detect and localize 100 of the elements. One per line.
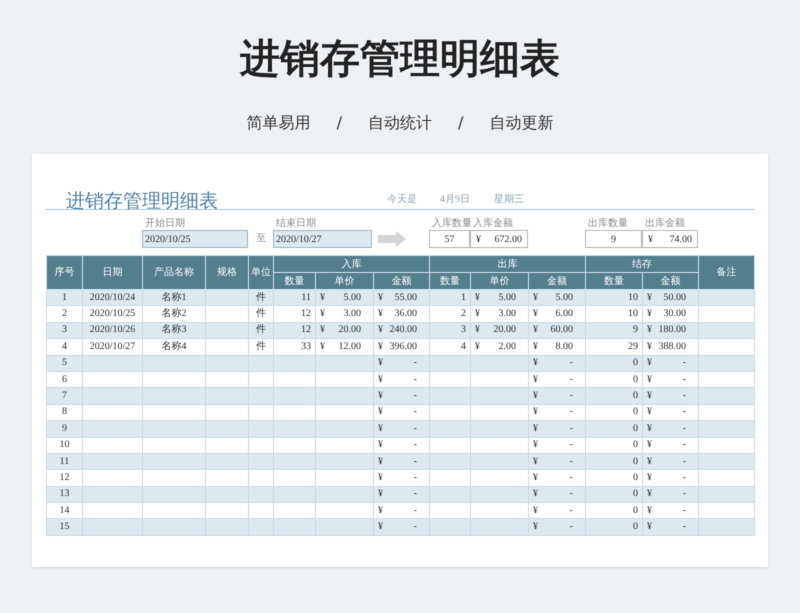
amount-text: - [414,504,417,518]
currency-sign: ¥ [533,454,538,469]
currency-sign: ¥ [647,340,652,354]
currency-sign: ¥ [533,389,538,404]
amount-text: 36.00 [394,307,417,322]
tagline-text: 简单易用 [246,112,311,134]
currency-sign: ¥ [647,520,652,534]
table-cell: 名称2 [142,306,206,322]
count-text: 57 [444,232,456,246]
amount-text: 396.00 [390,340,417,354]
table-cell: 名称4 [142,338,206,356]
currency-sign: ¥ [533,422,538,436]
currency-sign: ¥ [378,389,383,404]
currency-sign: ¥ [647,487,652,502]
summary-label: 入库数量 [431,218,470,230]
column-header: 序号 [46,256,82,290]
table-cell: 件 [248,338,274,356]
currency-sign: ¥ [533,405,538,420]
currency-sign: ¥ [378,340,383,354]
separator-text: / [458,112,464,134]
column-header: 金额 [374,272,430,290]
table-cell: 2 [430,306,470,322]
column-header: 单价 [316,272,374,290]
currency-sign: ¥ [378,422,383,436]
currency-sign: ¥ [647,389,652,404]
end-date-field[interactable]: 2020/10/27 [273,230,372,248]
amount-text: 55.00 [394,290,417,305]
currency-sign: ¥ [320,340,325,354]
currency-sign: ¥ [647,356,652,370]
table-cell: 10 [586,306,642,322]
amount-text: 3.00 [344,307,361,322]
amount-text: - [414,422,417,436]
amount-text: 5.00 [344,290,361,305]
arrow-icon [378,231,406,247]
column-header: 数量 [586,272,642,290]
summary-label: 入库金额 [472,218,514,230]
currency-sign: ¥ [647,504,652,518]
amount-text: 60.00 [550,323,573,338]
currency-sign: ¥ [378,290,383,305]
currency-sign: ¥ [647,307,652,322]
start-date-field[interactable]: 2020/10/25 [142,230,248,248]
currency-sign: ¥ [647,290,652,305]
amount-text: - [570,372,573,387]
amount-text: - [414,438,417,452]
currency-sign: ¥ [647,323,652,338]
amount-text: 5.00 [556,290,573,305]
weekday-text: 星期三 [494,194,524,205]
tagline-text: 自动更新 [489,112,554,134]
count-text: 9 [610,232,617,246]
amount-text: - [414,356,417,370]
currency-sign: ¥ [647,470,652,485]
table-cell: 4 [46,338,82,356]
currency-sign: ¥ [320,307,325,322]
currency-sign: ¥ [533,438,538,452]
column-header: 数量 [274,272,316,290]
table-cell: 2 [46,306,82,322]
amount-text: 3.00 [498,307,516,322]
currency-sign: ¥ [378,454,383,469]
amount-text: 2.00 [498,340,516,354]
currency-sign: ¥ [378,504,383,518]
currency-sign: ¥ [475,340,480,354]
amount-text: 388.00 [658,340,686,354]
amount-text: - [682,438,686,452]
amount-text: 180.00 [658,323,686,338]
page-title: 进销存管理明细表 [240,35,560,84]
amount-text: 20.00 [338,323,361,338]
amount-text: 74.00 [670,232,692,246]
currency-sign: ¥ [378,520,383,534]
currency-sign: ¥ [378,323,383,338]
table-cell: 5 [46,355,82,372]
table-cell: 4 [430,338,470,356]
currency-sign: ¥ [378,307,383,322]
group-header: 入库 [274,256,430,272]
amount-text: - [414,470,417,485]
amount-text: - [414,405,417,420]
currency-sign: ¥ [533,340,538,354]
table-cell: 12 [274,306,316,322]
currency-sign: ¥ [647,405,652,420]
table-cell: 2020/10/27 [82,338,142,356]
amount-text: 50.00 [664,290,686,305]
currency-sign: ¥ [475,290,480,305]
currency-sign: ¥ [647,422,652,436]
currency-sign: ¥ [476,232,481,246]
table-cell: 0 [586,437,642,454]
currency-sign: ¥ [533,372,538,387]
table-cell: 0 [586,355,642,372]
currency-sign: ¥ [648,232,653,246]
sheet-title: 进销存管理明细表 [65,190,219,214]
currency-sign: ¥ [320,323,325,338]
amount-text: 30.00 [664,307,686,322]
amount-text: - [570,405,573,420]
column-header: 规格 [206,256,248,290]
table-cell: 0 [586,470,642,486]
column-header: 产品名称 [142,256,206,290]
separator-text: / [336,112,342,134]
amount-text: - [682,405,686,420]
column-header: 单价 [470,272,528,290]
amount-text: 12.00 [338,340,361,354]
currency-sign: ¥ [533,290,538,305]
amount-text: 20.00 [494,323,516,338]
